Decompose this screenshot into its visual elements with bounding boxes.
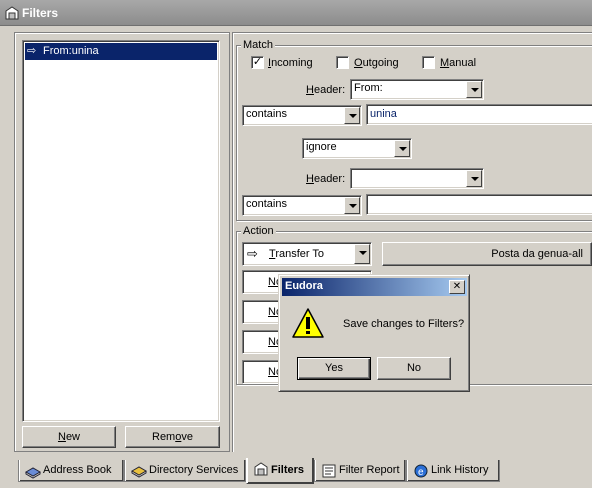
value2-input[interactable] bbox=[366, 194, 592, 215]
header1-label: Header: bbox=[306, 84, 346, 96]
action1-select[interactable]: ⇨ Transfer To bbox=[242, 242, 372, 266]
incoming-label: Incoming bbox=[268, 57, 313, 69]
conjunction-select[interactable]: ignore bbox=[302, 138, 412, 159]
chevron-down-icon[interactable] bbox=[344, 107, 360, 124]
chevron-down-icon[interactable] bbox=[466, 170, 482, 187]
dialog-message: Save changes to Filters? bbox=[343, 318, 465, 330]
remove-button[interactable]: Remove bbox=[125, 426, 220, 448]
tab-filters[interactable]: Filters bbox=[246, 458, 314, 484]
yes-button[interactable]: Yes bbox=[297, 357, 371, 380]
tab-link-history[interactable]: e Link History bbox=[406, 460, 500, 482]
dialog-titlebar: Eudora ✕ bbox=[282, 278, 467, 296]
tab-filter-report[interactable]: Filter Report bbox=[314, 460, 406, 482]
list-item[interactable]: ⇨ From:unina bbox=[25, 43, 217, 60]
svg-text:e: e bbox=[418, 467, 424, 478]
chevron-down-icon[interactable] bbox=[354, 244, 370, 264]
no-button[interactable]: No bbox=[377, 357, 451, 380]
filters-list[interactable]: ⇨ From:unina bbox=[22, 40, 220, 422]
window-titlebar: Filters bbox=[0, 0, 592, 26]
header2-select[interactable] bbox=[350, 168, 484, 189]
chevron-down-icon[interactable] bbox=[466, 81, 482, 98]
match-group-label: Match bbox=[241, 39, 275, 51]
filters-icon bbox=[5, 6, 19, 20]
filters-icon bbox=[254, 462, 268, 476]
header2-label: Header: bbox=[306, 173, 346, 185]
arrow-right-icon: ⇨ bbox=[27, 45, 37, 57]
action-group-label: Action bbox=[241, 225, 276, 237]
filter-item-label: From:unina bbox=[43, 45, 99, 57]
incoming-checkbox[interactable]: ✓ bbox=[251, 56, 264, 69]
outgoing-label: Outgoing bbox=[354, 57, 399, 69]
dialog-title: Eudora bbox=[285, 280, 323, 292]
window-title: Filters bbox=[22, 6, 59, 20]
chevron-down-icon[interactable] bbox=[394, 140, 410, 157]
header1-select[interactable]: From: bbox=[350, 79, 484, 100]
transfer-target-button[interactable]: Posta da genua-all bbox=[382, 242, 592, 266]
value1-input[interactable]: unina bbox=[366, 104, 592, 125]
outgoing-checkbox[interactable] bbox=[336, 56, 349, 69]
bottom-tab-bar: Address Book Directory Services Filters … bbox=[0, 456, 592, 488]
tab-directory-services[interactable]: Directory Services bbox=[124, 460, 246, 482]
filter-report-icon bbox=[322, 464, 336, 478]
condition2-select[interactable]: contains bbox=[242, 195, 362, 216]
save-changes-dialog: Eudora ✕ Save changes to Filters? Yes No bbox=[278, 274, 470, 392]
address-book-icon bbox=[25, 467, 41, 479]
warning-icon bbox=[292, 308, 324, 338]
chevron-down-icon[interactable] bbox=[344, 197, 360, 214]
directory-services-icon bbox=[131, 466, 147, 478]
tab-address-book[interactable]: Address Book bbox=[18, 460, 124, 482]
condition1-select[interactable]: contains bbox=[242, 105, 362, 126]
arrow-right-icon: ⇨ bbox=[247, 246, 258, 261]
manual-checkbox[interactable] bbox=[422, 56, 435, 69]
manual-label: Manual bbox=[440, 57, 477, 69]
new-button[interactable]: New bbox=[22, 426, 116, 448]
close-icon[interactable]: ✕ bbox=[449, 280, 465, 294]
link-history-icon: e bbox=[414, 464, 428, 478]
